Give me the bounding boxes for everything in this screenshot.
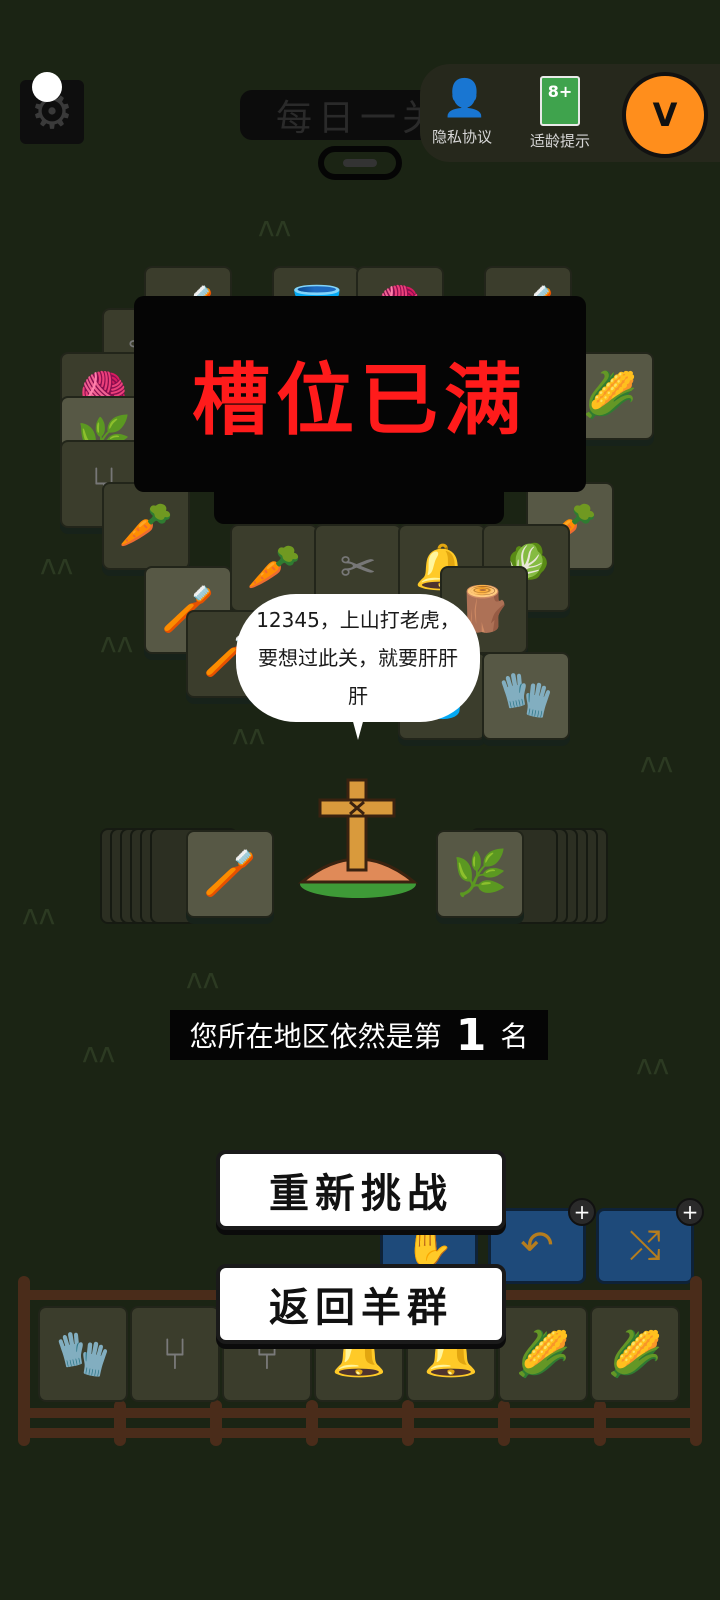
grass-decoration: ᴧᴧ xyxy=(640,746,674,779)
back-label: 返回羊群 xyxy=(269,1285,453,1331)
grave-cross-icon xyxy=(297,778,419,898)
slot-pitchfork: ⑂ xyxy=(130,1306,220,1402)
grass-decoration: ᴧᴧ xyxy=(100,626,134,659)
retry-button[interactable]: 重新挑战 xyxy=(216,1150,506,1230)
user-icon: 👤 xyxy=(442,78,487,119)
grass-decoration: ᴧᴧ xyxy=(258,210,292,243)
grass-decoration: ᴧᴧ xyxy=(40,548,74,581)
level-title-text: 每日一关 xyxy=(275,98,444,139)
age-rating-icon: 8+ xyxy=(540,76,580,126)
add-icon[interactable]: + xyxy=(676,1198,704,1226)
speech-bubble-text: 12345，上山打老虎，要想过此关，就要肝肝肝 xyxy=(256,608,460,708)
back-to-flock-button[interactable]: 返回羊群 xyxy=(216,1264,506,1344)
add-icon[interactable]: + xyxy=(568,1198,596,1226)
grass-decoration: ᴧᴧ xyxy=(232,718,266,751)
age-badge-text: 8+ xyxy=(547,82,573,101)
rank-suffix: 名 xyxy=(500,1020,529,1053)
banner-tab xyxy=(214,490,504,524)
grass-decoration: ᴧᴧ xyxy=(22,898,56,931)
grass-decoration: ᴧᴧ xyxy=(636,1048,670,1081)
tile-brush[interactable]: 🪥 xyxy=(186,830,274,918)
slots-full-banner: 槽位已满 xyxy=(134,296,586,492)
game-logo-icon[interactable]: V xyxy=(622,72,708,158)
grass-decoration: ᴧᴧ xyxy=(82,1036,116,1069)
age-rating-button[interactable]: 8+ 适龄提示 xyxy=(524,76,596,151)
speech-bubble-tail xyxy=(352,718,364,740)
rank-prefix: 您所在地区依然是第 xyxy=(189,1020,442,1053)
retry-label: 重新挑战 xyxy=(269,1171,453,1217)
rank-number: 1 xyxy=(455,1009,487,1061)
region-rank: 您所在地区依然是第 1 名 xyxy=(170,1009,548,1061)
split-icon: ⤭ xyxy=(629,1223,661,1269)
tile-glove[interactable]: 🧤 xyxy=(482,652,570,740)
grass-decoration: ᴧᴧ xyxy=(186,962,220,995)
tile-carrot[interactable]: 🥕 xyxy=(102,482,190,570)
undo-icon: ↶ xyxy=(520,1223,554,1269)
speech-bubble: 12345，上山打老虎，要想过此关，就要肝肝肝 xyxy=(236,594,480,722)
slot-corn: 🌽 xyxy=(590,1306,680,1402)
chain-icon xyxy=(318,146,402,180)
privacy-policy-label: 隐私协议 xyxy=(431,128,492,146)
slot-corn: 🌽 xyxy=(498,1306,588,1402)
age-rating-label: 适龄提示 xyxy=(529,132,590,150)
banner-text: 槽位已满 xyxy=(191,356,528,446)
sound-toggle[interactable] xyxy=(32,72,62,102)
privacy-policy-button[interactable]: 👤 隐私协议 xyxy=(426,76,498,147)
tile-grass[interactable]: 🌿 xyxy=(436,830,524,918)
slot-glove: 🧤 xyxy=(38,1306,128,1402)
